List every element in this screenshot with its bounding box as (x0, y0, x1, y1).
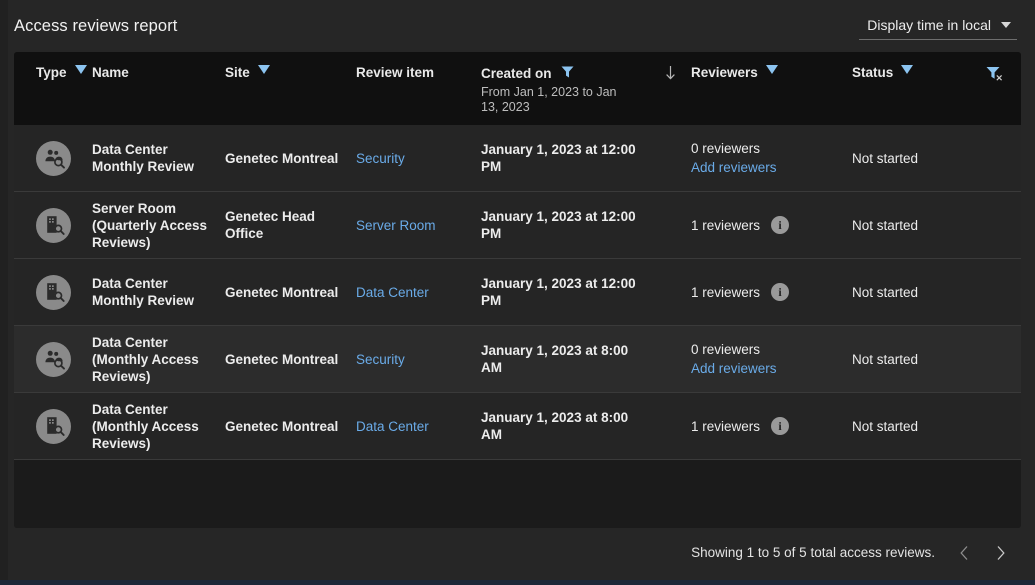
table-row[interactable]: Data Center (Monthly Access Reviews) Gen… (14, 393, 1021, 460)
row-created-on: January 1, 2023 at 12:00 PM (481, 141, 656, 175)
door-review-icon (36, 208, 71, 243)
info-icon[interactable]: i (771, 417, 789, 435)
row-name: Server Room (Quarterly Access Reviews) (92, 200, 225, 251)
row-site: Genetec Montreal (225, 351, 356, 368)
row-created-on: January 1, 2023 at 8:00 AM (481, 342, 656, 376)
table-row[interactable]: Data Center Monthly Review Genetec Montr… (14, 259, 1021, 326)
row-status: Not started (852, 150, 972, 167)
row-created-on: January 1, 2023 at 12:00 PM (481, 208, 656, 242)
add-reviewers-link[interactable]: Add reviewers (691, 159, 777, 176)
arrow-down-icon[interactable] (664, 65, 677, 84)
table-row[interactable]: Server Room (Quarterly Access Reviews) G… (14, 192, 1021, 259)
table-body: Data Center Monthly Review Genetec Montr… (14, 125, 1021, 528)
page-title: Access reviews report (14, 17, 177, 36)
row-status: Not started (852, 217, 972, 234)
cardholder-review-icon (36, 342, 71, 377)
cardholder-review-icon (36, 141, 71, 176)
row-site: Genetec Head Office (225, 208, 356, 242)
column-header-clear-filters (972, 65, 1021, 85)
table-row[interactable]: Data Center (Monthly Access Reviews) Gen… (14, 326, 1021, 393)
info-icon[interactable]: i (771, 216, 789, 234)
display-time-label: Display time in local (867, 17, 991, 33)
row-reviewers-count: 1 reviewers (691, 418, 760, 435)
row-status: Not started (852, 351, 972, 368)
row-reviewers-count: 1 reviewers (691, 284, 760, 301)
filter-triangle-icon[interactable] (901, 65, 913, 74)
created-on-filter-range: From Jan 1, 2023 to Jan 13, 2023 (481, 85, 631, 115)
pagination-controls (953, 542, 1011, 564)
column-header-status: Status (852, 65, 972, 80)
column-header-type: Type (14, 65, 92, 80)
row-review-item-link[interactable]: Server Room (356, 217, 481, 234)
filter-triangle-icon[interactable] (258, 65, 270, 74)
row-type-cell (14, 141, 92, 176)
row-name: Data Center Monthly Review (92, 275, 225, 309)
row-name: Data Center (Monthly Access Reviews) (92, 334, 225, 385)
filter-triangle-icon[interactable] (766, 65, 778, 74)
column-header-reviewers: Reviewers (691, 65, 852, 80)
row-reviewers-cell: 1 reviewers i (691, 283, 852, 301)
row-name: Data Center Monthly Review (92, 141, 225, 175)
row-reviewers-count: 1 reviewers (691, 217, 760, 234)
row-status: Not started (852, 418, 972, 435)
row-created-on: January 1, 2023 at 12:00 PM (481, 275, 656, 309)
row-review-item-link[interactable]: Security (356, 351, 481, 368)
info-icon[interactable]: i (771, 283, 789, 301)
table-header-row: Type Name Site Review item Created on (14, 52, 1021, 125)
left-edge-rail (0, 0, 8, 585)
row-name: Data Center (Monthly Access Reviews) (92, 401, 225, 452)
row-site: Genetec Montreal (225, 284, 356, 301)
row-review-item-link[interactable]: Security (356, 150, 481, 167)
row-type-cell (14, 409, 92, 444)
row-site: Genetec Montreal (225, 150, 356, 167)
row-created-on: January 1, 2023 at 8:00 AM (481, 409, 656, 443)
column-header-created-on: Created on From Jan 1, 2023 to Jan 13, 2… (481, 65, 656, 115)
row-type-cell (14, 208, 92, 243)
door-review-icon (36, 409, 71, 444)
column-label-review-item: Review item (356, 65, 434, 80)
page-header: Access reviews report Display time in lo… (0, 0, 1035, 52)
row-type-cell (14, 342, 92, 377)
access-reviews-table-panel: Type Name Site Review item Created on (14, 52, 1021, 528)
column-label-site: Site (225, 65, 250, 80)
row-type-cell (14, 275, 92, 310)
filter-triangle-icon[interactable] (75, 65, 87, 74)
column-label-created-on: Created on (481, 66, 552, 81)
column-header-review-item: Review item (356, 65, 481, 80)
column-header-site: Site (225, 65, 356, 80)
row-reviewers-cell: 0 reviewers Add reviewers (691, 140, 852, 176)
access-reviews-report-page: Access reviews report Display time in lo… (0, 0, 1035, 585)
row-status: Not started (852, 284, 972, 301)
chevron-down-icon (1001, 22, 1011, 28)
door-review-icon (36, 275, 71, 310)
chevron-left-icon[interactable] (953, 542, 975, 564)
row-reviewers-count: 0 reviewers (691, 140, 777, 157)
row-review-item-link[interactable]: Data Center (356, 284, 481, 301)
row-reviewers-cell: 0 reviewers Add reviewers (691, 341, 852, 377)
column-header-name: Name (92, 65, 225, 80)
column-label-type: Type (36, 65, 67, 80)
table-footer: Showing 1 to 5 of 5 total access reviews… (0, 528, 1035, 585)
row-site: Genetec Montreal (225, 418, 356, 435)
table-row[interactable]: Data Center Monthly Review Genetec Montr… (14, 125, 1021, 192)
clear-filters-icon[interactable] (985, 65, 1005, 85)
column-header-sort (656, 65, 691, 84)
row-reviewers-cell: 1 reviewers i (691, 417, 852, 435)
add-reviewers-link[interactable]: Add reviewers (691, 360, 777, 377)
display-time-dropdown[interactable]: Display time in local (859, 13, 1017, 40)
funnel-active-icon[interactable] (560, 65, 575, 82)
row-reviewers-cell: 1 reviewers i (691, 216, 852, 234)
column-label-status: Status (852, 65, 893, 80)
pagination-summary: Showing 1 to 5 of 5 total access reviews… (691, 545, 935, 560)
row-reviewers-count: 0 reviewers (691, 341, 777, 358)
column-label-reviewers: Reviewers (691, 65, 758, 80)
column-label-name: Name (92, 65, 129, 80)
row-review-item-link[interactable]: Data Center (356, 418, 481, 435)
bottom-edge-rail (0, 580, 1035, 585)
chevron-right-icon[interactable] (989, 542, 1011, 564)
